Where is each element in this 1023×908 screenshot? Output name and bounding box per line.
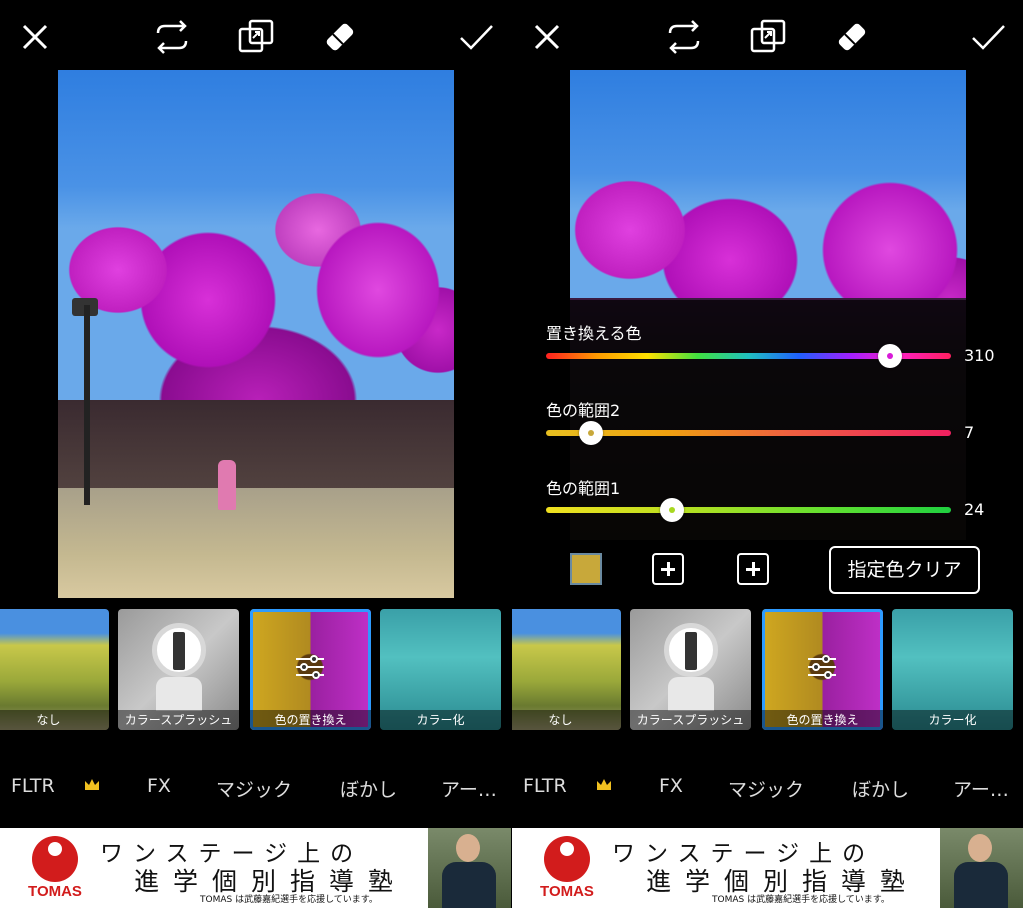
logo-text: TOMAS	[540, 883, 594, 900]
add-color-button[interactable]	[652, 553, 684, 585]
left-panel: なし カラースプラッシュ 色の置き換え カラー化 FLTR FX マジック ぼか…	[0, 0, 511, 908]
swap-icon[interactable]	[664, 17, 704, 57]
tab-fltr[interactable]: FLTR	[523, 775, 567, 797]
crown-icon	[85, 779, 99, 790]
crown-icon	[597, 779, 611, 790]
logo-text: TOMAS	[28, 883, 82, 900]
filter-thumb-label: 色の置き換え	[250, 710, 371, 730]
swap-icon[interactable]	[152, 17, 192, 57]
filter-thumb-none[interactable]: なし	[0, 609, 109, 730]
color-range2-label: 色の範囲2	[546, 401, 621, 420]
filter-thumb-label: カラースプラッシュ	[118, 710, 239, 730]
filter-thumb-label: 色の置き換え	[762, 710, 883, 730]
add-color-button-2[interactable]	[737, 553, 769, 585]
hat	[664, 623, 718, 677]
filter-thumb-label: なし	[0, 710, 109, 730]
tab-blur[interactable]: ぼかし	[852, 775, 909, 802]
replace-color-slider[interactable]	[546, 344, 951, 368]
edited-photo[interactable]	[58, 70, 454, 598]
ad-person-body	[442, 862, 496, 908]
filter-thumb-label: なし	[512, 710, 621, 730]
walkway	[58, 488, 454, 598]
ad-caption: TOMAS は武藤嘉紀選手を応援しています。	[200, 895, 378, 905]
hat	[152, 623, 206, 677]
logo-mark	[32, 836, 78, 882]
tab-blur[interactable]: ぼかし	[340, 775, 397, 802]
check-icon[interactable]	[968, 17, 1008, 57]
color-range2-value: 7	[964, 423, 975, 442]
walking-person	[218, 460, 236, 510]
color-range1-label: 色の範囲1	[546, 479, 621, 498]
ad-banner[interactable]: TOMAS ワンステージ上の 進学個別指導塾 TOMAS は武藤嘉紀選手を応援し…	[0, 828, 511, 908]
replace-color-label: 置き換える色	[546, 324, 642, 343]
right-panel: 置き換える色 310 色の範囲2 7 色の範囲1 24 指定色クリア なし カラ…	[512, 0, 1023, 908]
ad-caption: TOMAS は武藤嘉紀選手を応援しています。	[712, 895, 890, 905]
ad-photo	[428, 828, 511, 908]
person-body	[668, 677, 714, 711]
filter-thumb-none[interactable]: なし	[512, 609, 621, 730]
filter-thumb-colorize[interactable]: カラー化	[892, 609, 1013, 730]
compare-icon[interactable]	[748, 17, 788, 57]
color-range1-slider[interactable]	[546, 498, 951, 522]
ad-photo	[940, 828, 1023, 908]
slider-knob[interactable]	[659, 498, 684, 522]
ad-banner[interactable]: TOMAS ワンステージ上の 進学個別指導塾 TOMAS は武藤嘉紀選手を応援し…	[512, 828, 1023, 908]
replace-color-value: 310	[964, 346, 995, 365]
slider-knob[interactable]	[578, 421, 603, 445]
tomas-logo: TOMAS	[20, 834, 90, 900]
selected-color-swatch[interactable]	[570, 553, 602, 585]
compare-icon[interactable]	[236, 17, 276, 57]
tab-art[interactable]: アー…	[441, 775, 497, 802]
clear-color-button[interactable]: 指定色クリア	[829, 546, 980, 594]
adjust-icon[interactable]	[806, 653, 838, 681]
filter-thumb-label: カラー化	[892, 710, 1013, 730]
eraser-icon[interactable]	[832, 17, 872, 57]
logo-mark	[544, 836, 590, 882]
tab-fltr[interactable]: FLTR	[11, 775, 55, 797]
ad-person-face	[968, 834, 992, 862]
tab-magic[interactable]: マジック	[728, 775, 804, 802]
filter-thumb-color-splash[interactable]: カラースプラッシュ	[118, 609, 239, 730]
filter-thumb-color-replace[interactable]: 色の置き換え	[762, 609, 883, 730]
tab-fx[interactable]: FX	[147, 775, 171, 797]
color-range1-value: 24	[964, 500, 985, 519]
color-range2-slider[interactable]	[546, 421, 951, 445]
adjust-icon[interactable]	[294, 653, 326, 681]
tab-fx[interactable]: FX	[659, 775, 683, 797]
filter-thumb-color-splash[interactable]: カラースプラッシュ	[630, 609, 751, 730]
tab-art[interactable]: アー…	[953, 775, 1009, 802]
tomas-logo: TOMAS	[532, 834, 602, 900]
check-icon[interactable]	[456, 17, 496, 57]
street-lamp	[84, 305, 90, 505]
close-icon[interactable]	[15, 17, 55, 57]
filter-thumb-label: カラースプラッシュ	[630, 710, 751, 730]
filter-thumb-label: カラー化	[380, 710, 501, 730]
person-body	[156, 677, 202, 711]
tab-magic[interactable]: マジック	[216, 775, 292, 802]
eraser-icon[interactable]	[320, 17, 360, 57]
filter-thumb-colorize[interactable]: カラー化	[380, 609, 501, 730]
ad-person-body	[954, 862, 1008, 908]
filter-thumb-color-replace[interactable]: 色の置き換え	[250, 609, 371, 730]
ad-person-face	[456, 834, 480, 862]
close-icon[interactable]	[527, 17, 567, 57]
